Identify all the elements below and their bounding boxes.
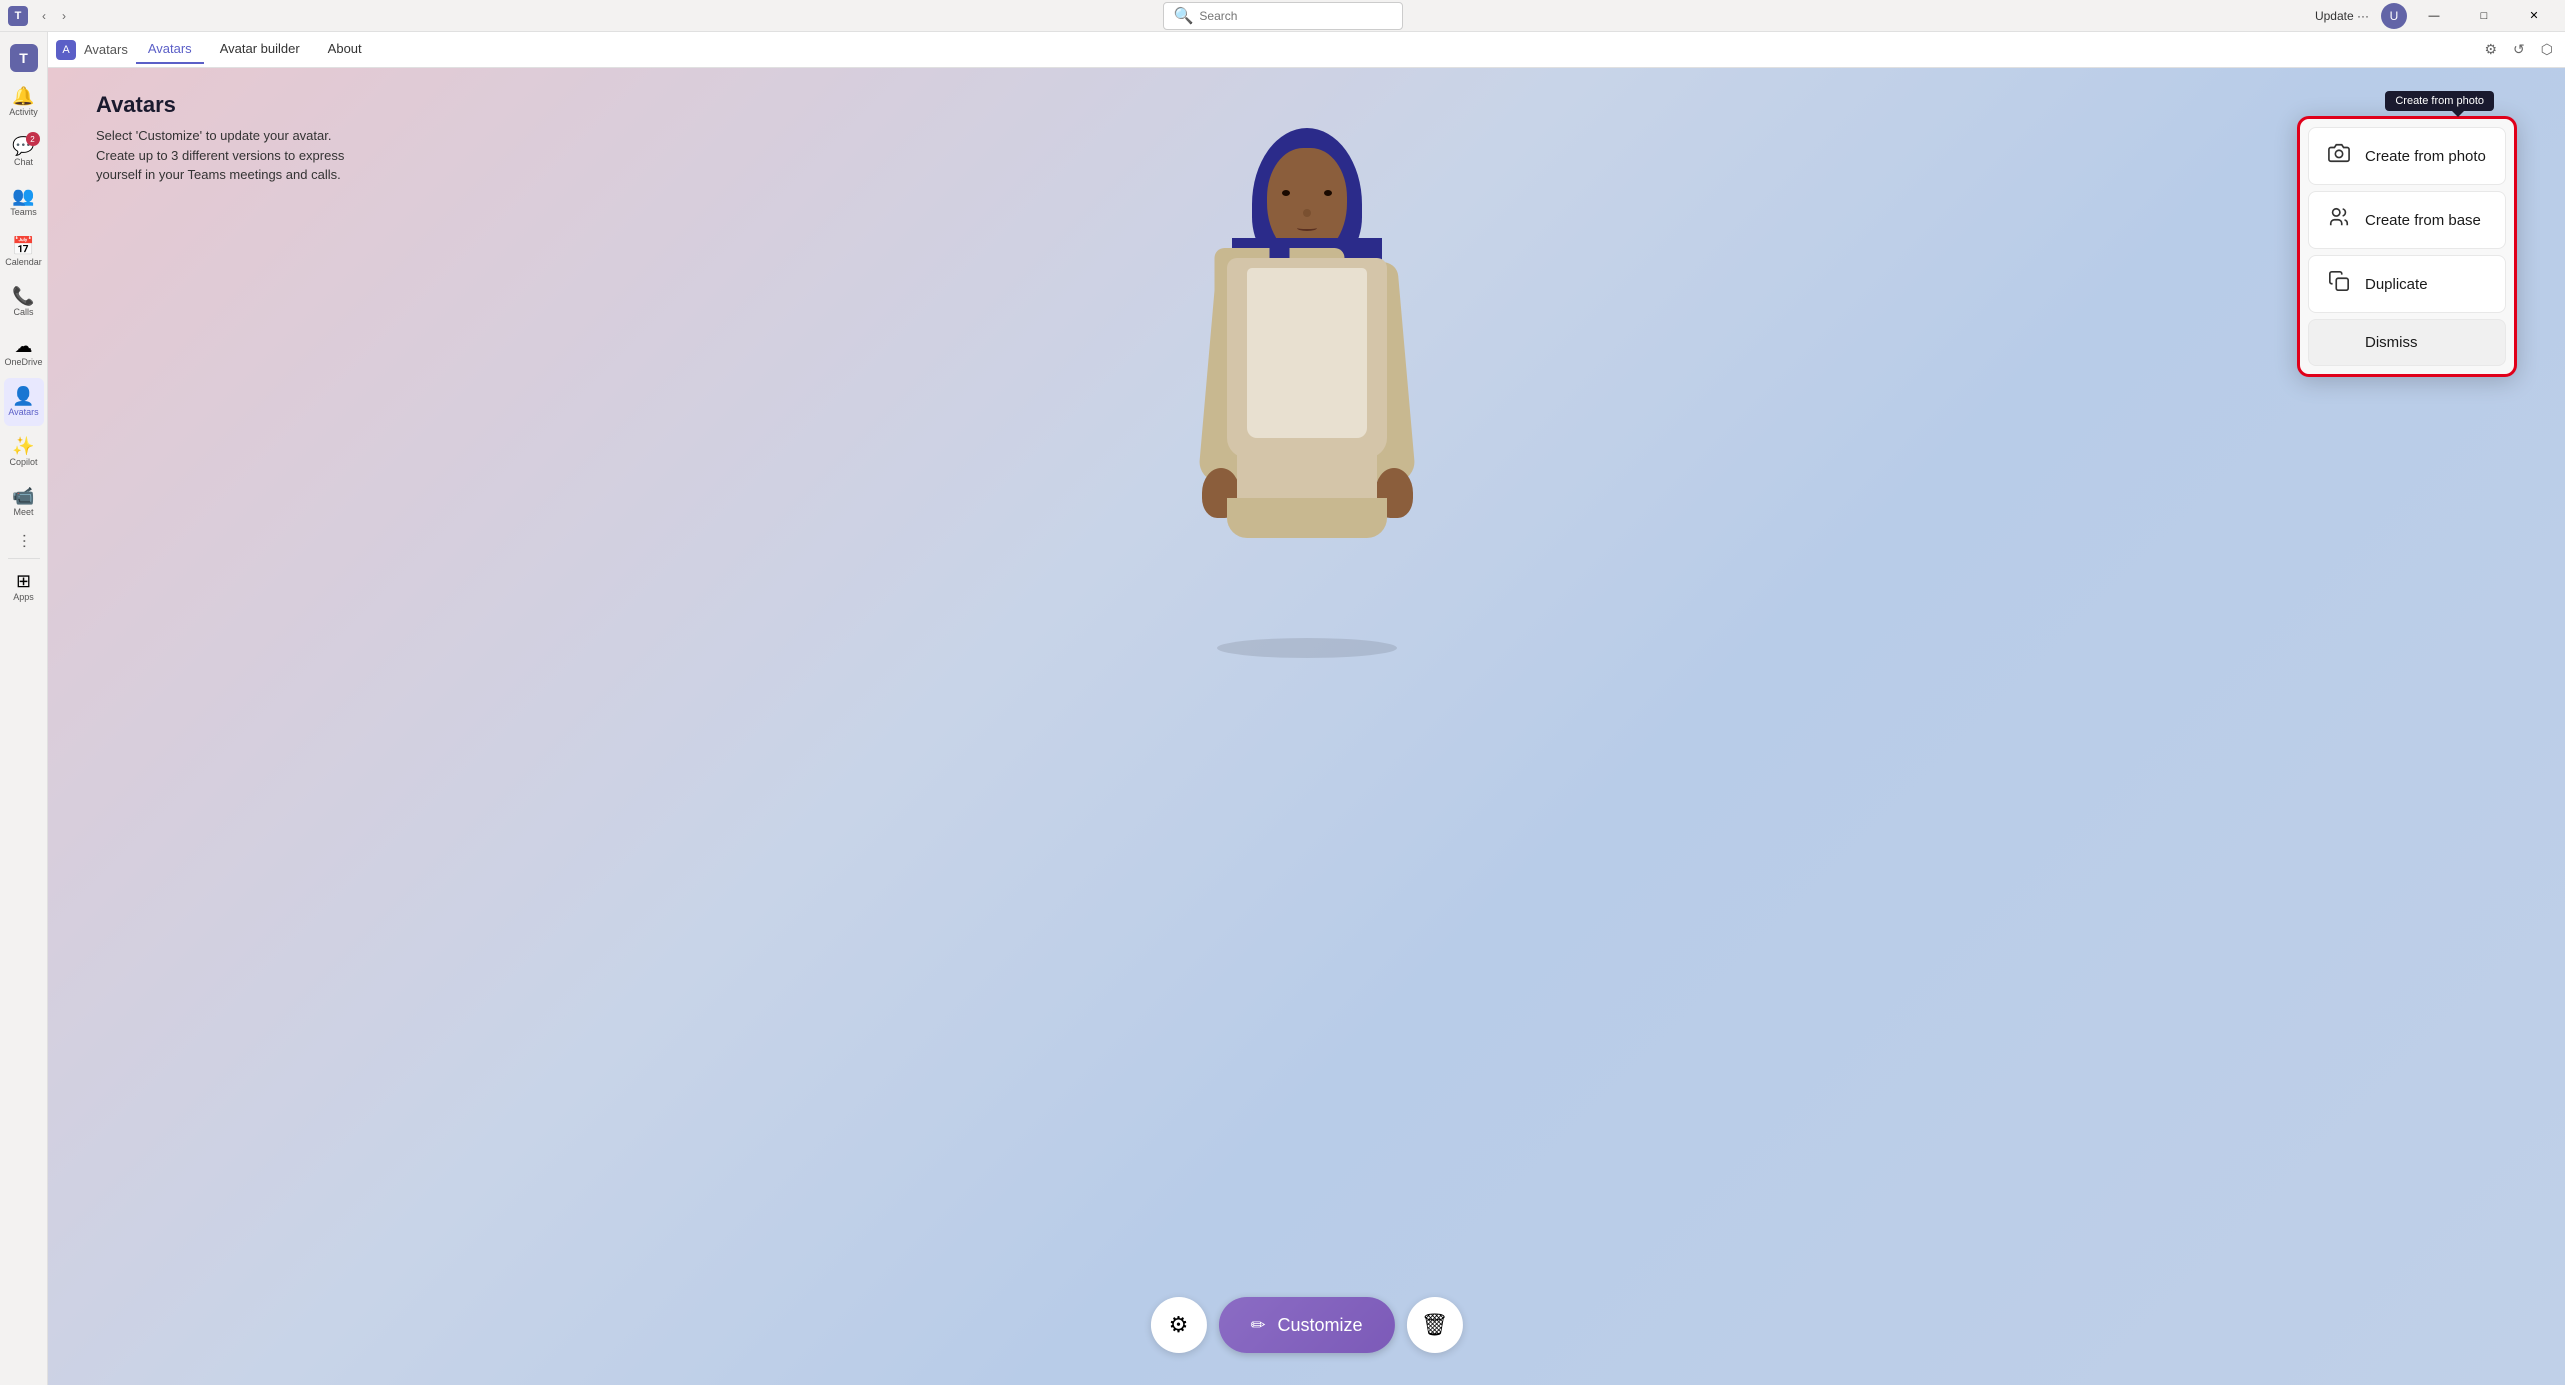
activity-icon: 🔔 xyxy=(12,87,34,105)
tabs-bar: A Avatars Avatars Avatar builder About ⚙… xyxy=(48,32,2565,68)
tab-avatars[interactable]: Avatars xyxy=(136,35,204,64)
tabs-logo-icon: A xyxy=(62,44,69,56)
calls-icon: 📞 xyxy=(12,287,34,305)
sidebar-label-copilot: Copilot xyxy=(9,457,37,467)
title-bar-nav: ‹ › xyxy=(36,5,72,27)
sidebar-label-activity: Activity xyxy=(9,107,38,117)
sidebar-item-calendar[interactable]: 📅 Calendar xyxy=(4,228,44,276)
close-button[interactable]: ✕ xyxy=(2511,0,2557,32)
update-button[interactable]: Update ··· xyxy=(2307,5,2377,27)
minimize-button[interactable]: — xyxy=(2411,0,2457,32)
tab-avatar-builder[interactable]: Avatar builder xyxy=(208,35,312,64)
back-button[interactable]: ‹ xyxy=(36,5,52,27)
sidebar-label-onedrive: OneDrive xyxy=(4,357,42,367)
teams-logo: T xyxy=(10,44,38,72)
title-bar: T ‹ › 🔍 Update ··· U — □ ✕ xyxy=(0,0,2565,32)
sidebar-item-meet[interactable]: 📹 Meet xyxy=(4,478,44,526)
chat-badge: 2 xyxy=(26,132,40,146)
sidebar-label-apps: Apps xyxy=(13,592,34,602)
sidebar-item-teams[interactable]: 👥 Teams xyxy=(4,178,44,226)
settings-icon-btn[interactable]: ⚙ xyxy=(2480,37,2501,62)
app-logo-icon: T xyxy=(15,10,22,22)
title-bar-left: T ‹ › xyxy=(0,5,72,27)
sidebar-item-chat[interactable]: 💬 Chat 2 xyxy=(4,128,44,176)
sidebar: T 🔔 Activity 💬 Chat 2 👥 Teams 📅 Calendar… xyxy=(0,32,48,1385)
sidebar-divider xyxy=(8,558,40,559)
teams-icon: 👥 xyxy=(12,187,34,205)
sidebar-item-activity[interactable]: 🔔 Activity xyxy=(4,78,44,126)
sidebar-item-avatars[interactable]: 👤 Avatars xyxy=(4,378,44,426)
breadcrumb: Avatars xyxy=(84,42,128,57)
context-menu: Create from photo Create from photo xyxy=(2297,116,2517,377)
teams-logo-icon: T xyxy=(19,50,28,66)
sidebar-label-teams: Teams xyxy=(10,207,37,217)
sidebar-item-apps[interactable]: ⊞ Apps xyxy=(4,563,44,611)
onedrive-icon: ☁ xyxy=(15,337,33,355)
menu-item-create-from-photo[interactable]: Create from photo xyxy=(2308,127,2506,185)
context-menu-overlay: Create from photo Create from photo xyxy=(48,68,2565,1385)
sidebar-label-meet: Meet xyxy=(13,507,33,517)
avatar-group-icon xyxy=(2325,206,2353,234)
sidebar-item-logo[interactable]: T xyxy=(4,40,44,76)
app-logo: T xyxy=(8,6,28,26)
title-bar-right: Update ··· U — □ ✕ xyxy=(2307,0,2565,32)
duplicate-label: Duplicate xyxy=(2365,276,2428,293)
search-input[interactable] xyxy=(1199,9,1379,23)
avatars-icon: 👤 xyxy=(12,387,34,405)
apps-icon: ⊞ xyxy=(16,572,31,590)
forward-button[interactable]: › xyxy=(56,5,72,27)
sidebar-label-avatars: Avatars xyxy=(8,407,38,417)
create-from-photo-label: Create from photo xyxy=(2365,148,2486,165)
user-avatar-icon: U xyxy=(2390,9,2399,23)
dismiss-label: Dismiss xyxy=(2365,334,2418,351)
refresh-btn[interactable]: ↺ xyxy=(2509,37,2529,62)
menu-item-dismiss[interactable]: Dismiss xyxy=(2308,319,2506,366)
more-icon: ··· xyxy=(14,533,32,549)
sidebar-item-copilot[interactable]: ✨ Copilot xyxy=(4,428,44,476)
user-avatar[interactable]: U xyxy=(2381,3,2407,29)
title-bar-search: 🔍 xyxy=(1163,2,1403,30)
tabs-app-logo: A xyxy=(56,40,76,60)
sidebar-more[interactable]: ··· xyxy=(16,528,32,554)
menu-item-create-from-base[interactable]: Create from base xyxy=(2308,191,2506,249)
create-from-base-label: Create from base xyxy=(2365,212,2481,229)
sidebar-label-calendar: Calendar xyxy=(5,257,42,267)
open-in-app-btn[interactable]: ⬡ xyxy=(2537,37,2557,62)
sidebar-item-onedrive[interactable]: ☁ OneDrive xyxy=(4,328,44,376)
calendar-icon: 📅 xyxy=(12,237,34,255)
maximize-button[interactable]: □ xyxy=(2461,0,2507,32)
meet-icon: 📹 xyxy=(12,487,34,505)
tooltip-label: Create from photo xyxy=(2385,91,2494,111)
menu-item-duplicate[interactable]: Duplicate xyxy=(2308,255,2506,313)
sidebar-item-calls[interactable]: 📞 Calls xyxy=(4,278,44,326)
main-content: Avatars Select 'Customize' to update you… xyxy=(48,68,2565,1385)
copilot-icon: ✨ xyxy=(12,437,34,455)
sidebar-label-chat: Chat xyxy=(14,157,33,167)
duplicate-icon xyxy=(2325,270,2353,298)
tab-about[interactable]: About xyxy=(316,35,374,64)
tabs-bar-right: ⚙ ↺ ⬡ xyxy=(2480,37,2557,62)
sidebar-label-calls: Calls xyxy=(13,307,33,317)
camera-icon xyxy=(2325,142,2353,170)
search-icon: 🔍 xyxy=(1174,6,1194,26)
